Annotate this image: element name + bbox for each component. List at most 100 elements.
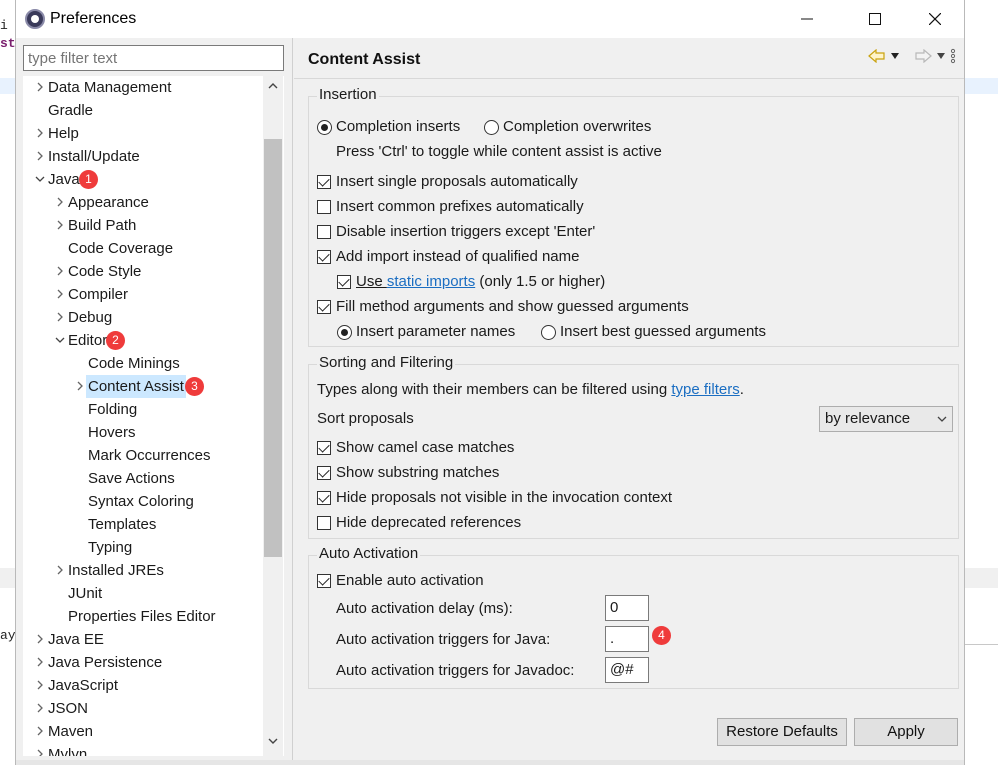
type-filters-link[interactable]: type filters	[671, 381, 739, 398]
chevron-right-icon[interactable]	[55, 565, 65, 575]
restore-defaults-button[interactable]: Restore Defaults	[717, 718, 847, 746]
completion-overwrites-radio[interactable]	[484, 120, 499, 135]
tree-item-label: JUnit	[68, 585, 103, 602]
tree-item[interactable]: Maven	[23, 720, 263, 743]
tree-item[interactable]: Folding	[23, 398, 263, 421]
more-options-icon[interactable]	[950, 48, 956, 64]
chevron-up-icon	[268, 83, 278, 89]
chevron-down-icon[interactable]	[55, 335, 65, 345]
chevron-right-icon[interactable]	[35, 726, 45, 736]
tree-item[interactable]: Templates	[23, 513, 263, 536]
tree-item[interactable]: Code Coverage	[23, 237, 263, 260]
tree-item[interactable]: Gradle	[23, 99, 263, 122]
back-arrow-icon[interactable]	[868, 49, 886, 63]
scroll-thumb[interactable]	[264, 139, 282, 557]
chevron-right-icon[interactable]	[55, 289, 65, 299]
close-button[interactable]	[912, 0, 958, 38]
chevron-right-icon[interactable]	[35, 657, 45, 667]
tree-item-label: Java EE	[48, 631, 104, 648]
tree-item[interactable]: Java EE	[23, 628, 263, 651]
best-guessed-radio[interactable]	[541, 325, 556, 340]
tree-item[interactable]: Syntax Coloring	[23, 490, 263, 513]
forward-arrow-icon[interactable]	[914, 49, 932, 63]
scroll-down-button[interactable]	[263, 731, 283, 751]
tree-item[interactable]: Install/Update	[23, 145, 263, 168]
minimize-button[interactable]	[784, 0, 830, 38]
completion-inserts-radio[interactable]	[317, 120, 332, 135]
chevron-right-icon[interactable]	[35, 749, 45, 756]
tree-item[interactable]: Mark Occurrences	[23, 444, 263, 467]
javadoc-triggers-input[interactable]: @#	[605, 657, 649, 683]
camel-case-checkbox[interactable]	[317, 441, 331, 455]
tree-item-label: Gradle	[48, 102, 94, 119]
pane-splitter[interactable]	[292, 38, 293, 765]
chevron-right-icon[interactable]	[55, 197, 65, 207]
insertion-group-title: Insertion	[317, 86, 379, 103]
common-prefixes-checkbox[interactable]	[317, 200, 331, 214]
tree-item[interactable]: Code Minings	[23, 352, 263, 375]
apply-button[interactable]: Apply	[854, 718, 958, 746]
tree-item[interactable]: Java 1	[23, 168, 263, 191]
chevron-right-icon[interactable]	[35, 151, 45, 161]
maximize-button[interactable]	[852, 0, 898, 38]
delay-input[interactable]: 0	[605, 595, 649, 621]
tree-item[interactable]: Installed JREs	[23, 559, 263, 582]
tree-item-label: Installed JREs	[68, 562, 164, 579]
chevron-right-icon[interactable]	[55, 312, 65, 322]
tree-item[interactable]: Build Path	[23, 214, 263, 237]
single-proposals-checkbox[interactable]	[317, 175, 331, 189]
filter-input[interactable]	[23, 45, 284, 71]
tree-scrollbar[interactable]	[263, 76, 283, 756]
tree-item[interactable]: Compiler	[23, 283, 263, 306]
chevron-right-icon[interactable]	[55, 266, 65, 276]
tree-item[interactable]: Appearance	[23, 191, 263, 214]
tree-item[interactable]: Code Style	[23, 260, 263, 283]
chevron-right-icon[interactable]	[35, 82, 45, 92]
tree-item[interactable]: Content Assist 3	[23, 375, 263, 398]
tree-item-label: Hovers	[88, 424, 136, 441]
disable-triggers-checkbox[interactable]	[317, 225, 331, 239]
chevron-right-icon[interactable]	[35, 680, 45, 690]
preference-tree: Data Management Gradle Help Install/Update J…	[23, 76, 284, 756]
enable-auto-activation-checkbox[interactable]	[317, 574, 331, 588]
tree-item[interactable]: Mylyn	[23, 743, 263, 756]
tree-item[interactable]: Editor 2	[23, 329, 263, 352]
add-import-label: Add import instead of qualified name	[336, 248, 580, 265]
tree-item[interactable]: JUnit	[23, 582, 263, 605]
tree-item[interactable]: JavaScript	[23, 674, 263, 697]
static-imports-link[interactable]: static imports	[387, 273, 475, 290]
tree-item[interactable]: Debug	[23, 306, 263, 329]
chevron-right-icon[interactable]	[35, 128, 45, 138]
chevron-right-icon[interactable]	[35, 703, 45, 713]
tree-item[interactable]: Hovers	[23, 421, 263, 444]
chevron-right-icon[interactable]	[55, 220, 65, 230]
completion-overwrites-label: Completion overwrites	[503, 118, 652, 135]
chevron-right-icon[interactable]	[75, 381, 85, 391]
scroll-up-button[interactable]	[263, 76, 283, 96]
substring-checkbox[interactable]	[317, 466, 331, 480]
sort-proposals-select[interactable]: by relevance	[819, 406, 953, 432]
param-names-radio[interactable]	[337, 325, 352, 340]
java-triggers-input[interactable]: .	[605, 626, 649, 652]
forward-menu-chevron-icon[interactable]	[936, 52, 946, 60]
tree-item[interactable]: Save Actions	[23, 467, 263, 490]
hide-deprecated-checkbox[interactable]	[317, 516, 331, 530]
static-imports-checkbox[interactable]	[337, 275, 351, 289]
tree-item[interactable]: Help	[23, 122, 263, 145]
background-editor-right	[964, 0, 998, 765]
back-menu-chevron-icon[interactable]	[890, 52, 900, 60]
tree-item[interactable]: Java Persistence	[23, 651, 263, 674]
chevron-right-icon[interactable]	[35, 634, 45, 644]
tree-item[interactable]: Typing	[23, 536, 263, 559]
chevron-down-icon[interactable]	[35, 174, 45, 184]
fill-method-args-checkbox[interactable]	[317, 300, 331, 314]
tree-item[interactable]: JSON	[23, 697, 263, 720]
tree-item[interactable]: Data Management	[23, 76, 263, 99]
background-editor-left	[0, 0, 15, 765]
add-import-checkbox[interactable]	[317, 250, 331, 264]
tree-item-label: Code Coverage	[68, 240, 174, 257]
tree-item[interactable]: Properties Files Editor	[23, 605, 263, 628]
hide-not-visible-checkbox[interactable]	[317, 491, 331, 505]
annotation-badge-4: 4	[652, 626, 671, 645]
chevron-down-icon	[268, 738, 278, 744]
